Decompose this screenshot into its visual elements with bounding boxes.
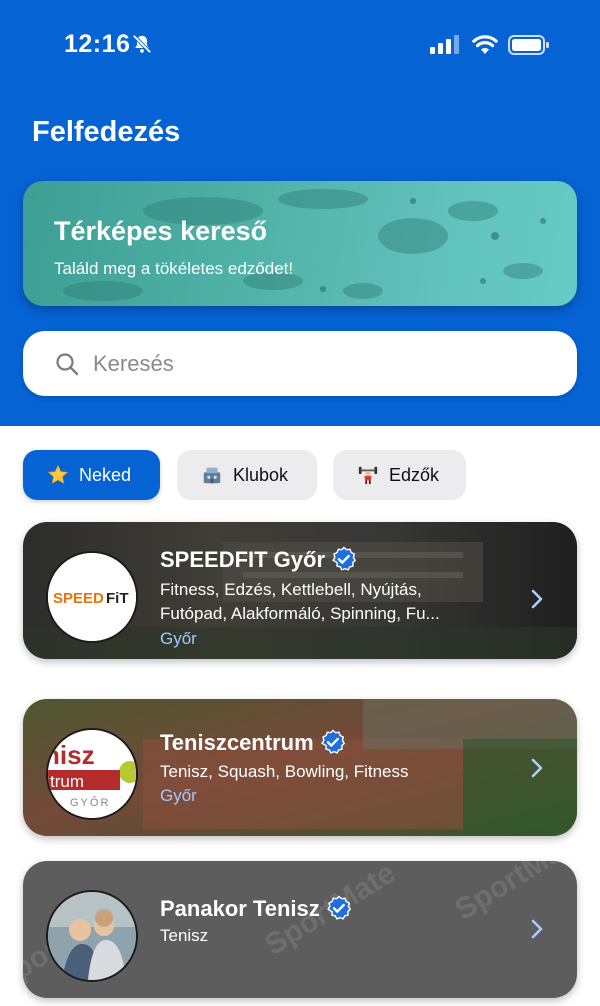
- map-search-card[interactable]: Térképes kereső Találd meg a tökéletes e…: [23, 181, 577, 306]
- logo-text-b: FiT: [106, 590, 129, 607]
- speedfit-logo: SPEED FiT: [48, 553, 136, 641]
- club-tags-line: Fitness, Edzés, Kettlebell, Nyújtás,: [160, 580, 422, 599]
- club-card-panakor[interactable]: SportMate SportMate SportMate Panakor Te…: [23, 861, 577, 998]
- page-title: Felfedezés: [32, 116, 181, 148]
- teniszcentrum-logo: nisz trum GYŐR: [48, 730, 136, 818]
- panakor-photo: [48, 892, 136, 980]
- chevron-right-icon: [531, 758, 543, 778]
- chevron-right-icon: [531, 589, 543, 609]
- club-tags: Tenisz, Squash, Bowling, Fitness: [160, 760, 490, 784]
- logo-text-c: GYŐR: [70, 795, 110, 809]
- tab-label: Klubok: [233, 464, 289, 485]
- signal-icon: [430, 35, 459, 54]
- status-bar: 12:16: [0, 0, 600, 90]
- stadium-icon: [203, 467, 221, 484]
- search-placeholder: Keresés: [93, 351, 174, 376]
- status-time: 12:16: [64, 30, 131, 58]
- star-icon: [47, 464, 69, 484]
- club-title: Teniszcentrum: [160, 729, 346, 756]
- club-title: Panakor Tenisz: [160, 895, 352, 922]
- verified-badge-icon: [332, 546, 357, 571]
- club-logo: SPEED FiT: [46, 551, 138, 643]
- category-tabs: Neked Klubok Edzők: [0, 440, 600, 510]
- map-card-title: Térképes kereső: [54, 216, 268, 246]
- club-logo: [46, 890, 138, 982]
- club-tags: Fitness, Edzés, Kettlebell, Nyújtás, Fut…: [160, 578, 490, 626]
- club-card-teniszcentrum[interactable]: nisz trum GYŐR Teniszcentrum Tenisz, Squ…: [23, 699, 577, 836]
- club-tags-line: Tenisz, Squash, Bowling, Fitness: [160, 762, 409, 781]
- bell-off-icon: [132, 34, 152, 54]
- logo-text-b: trum: [50, 772, 84, 791]
- club-city: Győr: [160, 786, 197, 805]
- tab-klubok[interactable]: Klubok: [177, 450, 317, 500]
- search-input[interactable]: Keresés: [23, 331, 577, 396]
- logo-text-a: nisz: [48, 740, 95, 770]
- club-title: SPEEDFIT Győr: [160, 546, 357, 573]
- search-icon: [56, 353, 79, 376]
- club-card-speedfit[interactable]: SPEED FiT SPEEDFIT Győr Fitness, Edzés, …: [23, 522, 577, 659]
- tab-edzok[interactable]: Edzők: [333, 450, 466, 500]
- club-logo: nisz trum GYŐR: [46, 728, 138, 820]
- club-tags-line: Futópad, Alakformáló, Spinning, Fu...: [160, 604, 440, 623]
- club-city: Győr: [160, 629, 197, 648]
- tab-label: Neked: [79, 464, 132, 485]
- club-tags-line: Tenisz: [160, 926, 209, 945]
- wifi-icon: [472, 35, 498, 54]
- chevron-right-icon: [531, 919, 543, 939]
- header: 12:16 Felfedezés Térképes kereső Találd …: [0, 0, 600, 426]
- map-card-subtitle: Találd meg a tökéletes edződet!: [54, 259, 294, 278]
- club-name: SPEEDFIT Győr: [160, 547, 326, 572]
- battery-icon: [508, 35, 549, 55]
- club-tags: Tenisz: [160, 924, 490, 948]
- logo-text-a: SPEED: [53, 590, 104, 607]
- weightlifter-icon: [358, 466, 378, 485]
- club-name: Teniszcentrum: [160, 730, 314, 755]
- verified-badge-icon: [320, 729, 345, 754]
- verified-badge-icon: [326, 895, 351, 920]
- tab-label: Edzők: [389, 464, 440, 485]
- tab-neked[interactable]: Neked: [23, 450, 160, 500]
- club-name: Panakor Tenisz: [160, 896, 320, 921]
